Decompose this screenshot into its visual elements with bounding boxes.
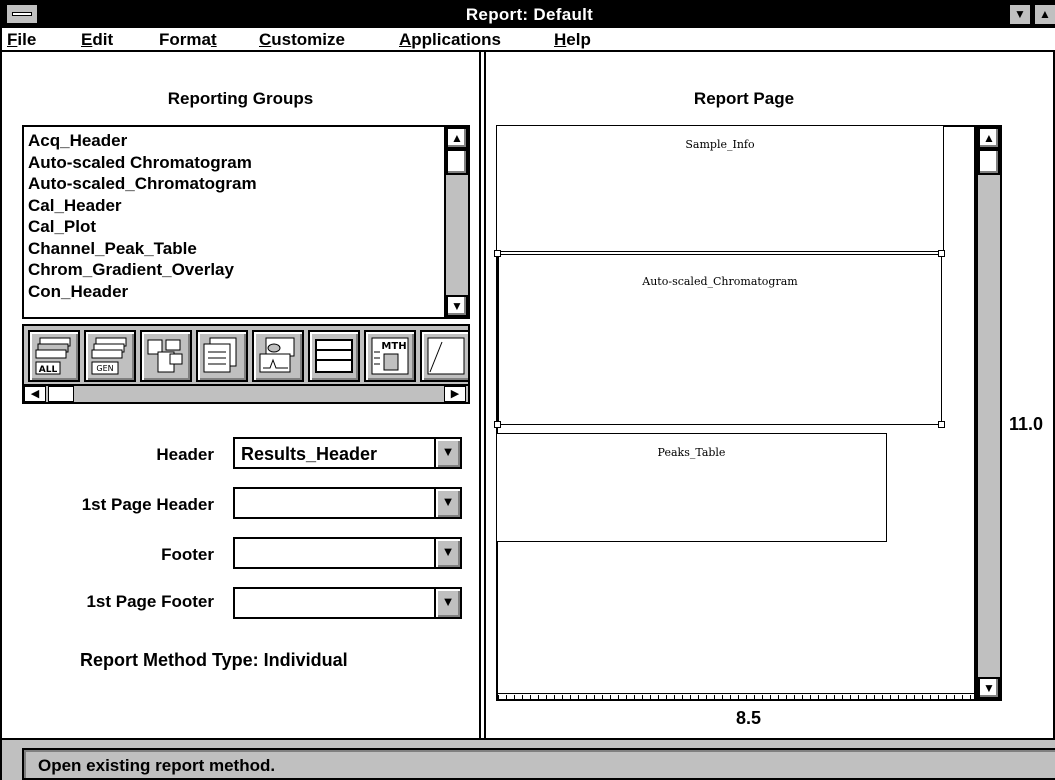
scroll-thumb[interactable] [48, 386, 74, 402]
layout-groups-icon[interactable] [140, 330, 192, 382]
page-width-label: 8.5 [736, 708, 762, 728]
footer-dropdown-button[interactable]: ▼ [434, 539, 460, 567]
list-item[interactable]: Acq_Header [28, 130, 443, 152]
header-dropdown-button[interactable]: ▼ [434, 439, 460, 467]
dropdown-arrow-icon: ▼ [441, 494, 455, 509]
scroll-down-button[interactable]: ▼ [446, 295, 468, 317]
report-page-title: Report Page [693, 89, 795, 108]
list-item[interactable]: Channel_Peak_Table [28, 238, 443, 260]
arrow-up-icon: ▲ [983, 131, 995, 145]
list-item[interactable]: Chrom_Gradient_Overlay [28, 259, 443, 281]
report-block-peaks-table[interactable]: Peaks_Table [496, 433, 887, 542]
title-bar: Report: Default ▼ ▲ [2, 2, 1055, 28]
toolbar-horizontal-scrollbar[interactable]: ◀ ▶ [24, 384, 468, 402]
general-groups-icon[interactable]: GEN [84, 330, 136, 382]
minimize-button[interactable]: ▼ [1009, 4, 1031, 25]
list-item[interactable]: Auto-scaled Chromatogram [28, 152, 443, 174]
list-item[interactable]: Cal_Plot [28, 216, 443, 238]
reporting-groups-pane: Reporting Groups Acq_Header Auto-scaled … [2, 52, 479, 738]
arrow-left-icon: ◀ [30, 388, 40, 400]
status-bar: Open existing report method. [2, 738, 1055, 780]
footer-select[interactable]: ▼ [233, 537, 462, 569]
resize-handle[interactable] [494, 421, 501, 428]
chart-groups-icon[interactable] [420, 330, 468, 382]
resize-handle[interactable] [938, 421, 945, 428]
scroll-up-button[interactable]: ▲ [978, 127, 1000, 149]
scroll-up-button[interactable]: ▲ [446, 127, 468, 149]
report-block-chromatogram[interactable]: Auto-scaled_Chromatogram [498, 254, 942, 425]
group-list-items: Acq_Header Auto-scaled Chromatogram Auto… [28, 130, 443, 302]
pane-splitter[interactable] [479, 52, 486, 738]
document-groups-icon[interactable] [196, 330, 248, 382]
report-window: Report: Default ▼ ▲ File Edit Format Cus… [0, 0, 1055, 780]
header-label: Header [156, 445, 214, 464]
first-page-header-label: 1st Page Header [81, 495, 214, 514]
dropdown-arrow-icon: ▼ [441, 594, 455, 609]
dropdown-arrow-icon: ▼ [441, 544, 455, 559]
gen-icon-text: GEN [96, 364, 113, 373]
triangle-down-icon: ▼ [1014, 7, 1026, 21]
arrow-up-icon: ▲ [451, 131, 463, 145]
first-page-header-dropdown-button[interactable]: ▼ [434, 489, 460, 517]
menu-help[interactable]: Help [554, 30, 591, 50]
page-vertical-scrollbar[interactable]: ▲ ▼ [976, 125, 1002, 701]
mth-icon-text: MTH [381, 341, 406, 352]
header-select[interactable]: Results_Header ▼ [233, 437, 462, 469]
all-icon-text: ALL [39, 365, 58, 375]
menu-format[interactable]: Format [159, 30, 217, 50]
maximize-button[interactable]: ▲ [1034, 4, 1055, 25]
scroll-down-button[interactable]: ▼ [978, 677, 1000, 699]
list-item[interactable]: Cal_Header [28, 195, 443, 217]
menu-bar: File Edit Format Customize Applications … [2, 28, 1055, 52]
scroll-thumb[interactable] [978, 149, 1000, 175]
page-height-label: 11.0 [1009, 414, 1044, 434]
plot-groups-icon[interactable] [252, 330, 304, 382]
menu-file[interactable]: File [7, 30, 36, 50]
list-item[interactable]: Con_Header [28, 281, 443, 303]
report-page-pane: Report Page Sample_Info Auto-scaled_Chro… [486, 52, 1055, 738]
resize-handle[interactable] [494, 250, 501, 257]
status-field: Open existing report method. [22, 748, 1055, 780]
arrow-down-icon: ▼ [983, 681, 995, 695]
method-groups-icon[interactable]: MTH [364, 330, 416, 382]
group-type-toolbar: ALL GEN MTH ◀ ▶ [22, 324, 470, 404]
scroll-right-button[interactable]: ▶ [444, 386, 466, 402]
first-page-footer-dropdown-button[interactable]: ▼ [434, 589, 460, 617]
header-value: Results_Header [241, 444, 378, 464]
arrow-right-icon: ▶ [450, 388, 460, 400]
scroll-thumb[interactable] [446, 149, 468, 175]
block-label: Peaks_Table [657, 446, 726, 459]
status-text: Open existing report method. [38, 756, 276, 775]
first-page-header-select[interactable]: ▼ [233, 487, 462, 519]
menu-applications[interactable]: Applications [399, 30, 501, 50]
list-item[interactable]: Auto-scaled_Chromatogram [28, 173, 443, 195]
reporting-groups-title: Reporting Groups [167, 89, 314, 108]
footer-label: Footer [161, 545, 214, 564]
menu-edit[interactable]: Edit [81, 30, 113, 50]
list-vertical-scrollbar[interactable]: ▲ ▼ [444, 127, 468, 317]
arrow-down-icon: ▼ [451, 299, 463, 313]
dropdown-arrow-icon: ▼ [441, 444, 455, 459]
report-method-type: Report Method Type: Individual [80, 650, 348, 670]
resize-handle[interactable] [938, 250, 945, 257]
all-groups-icon[interactable]: ALL [28, 330, 80, 382]
report-block-sample-info[interactable]: Sample_Info [496, 125, 944, 252]
reporting-groups-list[interactable]: Acq_Header Auto-scaled Chromatogram Auto… [22, 125, 470, 319]
triangle-up-icon: ▲ [1039, 7, 1051, 21]
horizontal-ruler [498, 693, 974, 699]
block-label: Auto-scaled_Chromatogram [642, 275, 798, 288]
report-page-canvas[interactable]: Sample_Info Auto-scaled_Chromatogram Pea… [494, 125, 976, 701]
window-title: Report: Default [465, 5, 594, 24]
menu-customize[interactable]: Customize [259, 30, 345, 50]
scroll-left-button[interactable]: ◀ [24, 386, 46, 402]
first-page-footer-select[interactable]: ▼ [233, 587, 462, 619]
first-page-footer-label: 1st Page Footer [86, 592, 214, 611]
table-groups-icon[interactable] [308, 330, 360, 382]
block-label: Sample_Info [685, 138, 755, 151]
